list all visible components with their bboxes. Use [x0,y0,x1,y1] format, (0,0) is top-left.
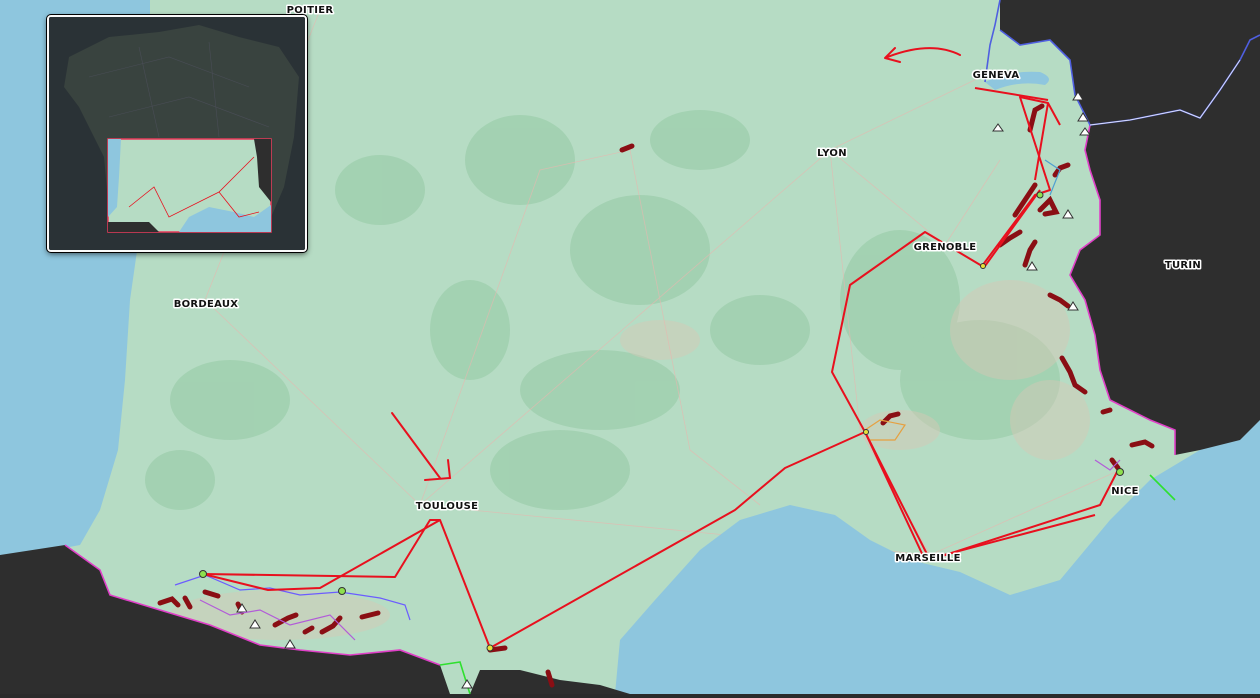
city-label-grenoble[interactable]: GRENOBLE [912,241,978,255]
city-label-bordeaux[interactable]: BORDEAUX [172,298,239,312]
city-label-toulouse[interactable]: TOULOUSE [414,500,479,514]
overview-inset-map[interactable] [47,15,307,252]
city-label-marseille[interactable]: MARSEILLE [894,552,962,566]
city-label-nice[interactable]: NICE [1110,485,1140,499]
inset-canvas [49,17,305,250]
city-label-lyon[interactable]: LYON [816,147,848,161]
city-label-turin[interactable]: TURIN [1163,259,1202,273]
city-label-geneva[interactable]: GENEVA [971,69,1021,83]
